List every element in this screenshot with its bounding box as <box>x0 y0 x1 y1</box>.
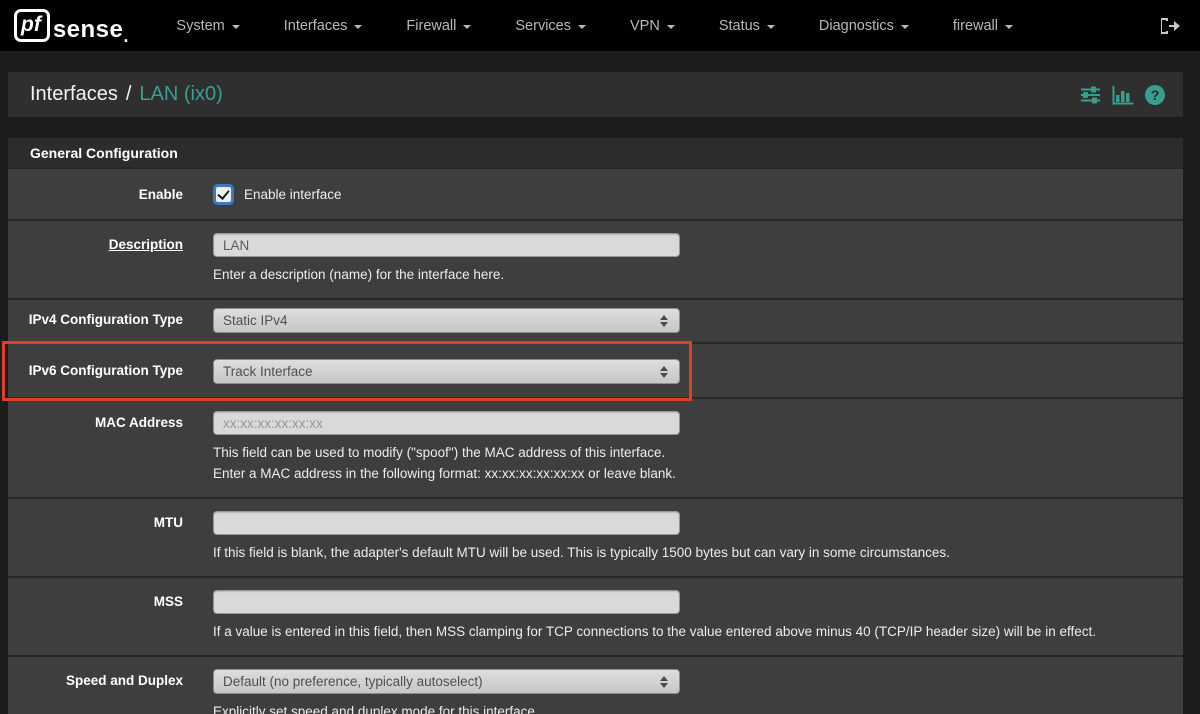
select-arrows-icon <box>660 366 670 378</box>
chevron-down-icon <box>901 25 909 29</box>
help-glyph: ? <box>1145 85 1165 105</box>
mss-input[interactable] <box>213 590 680 614</box>
top-navbar: pfsense. System Interfaces Firewall Serv… <box>0 0 1200 51</box>
mtu-input[interactable] <box>213 511 680 535</box>
menu-diagnostics[interactable]: Diagnostics <box>797 18 931 34</box>
mac-address-row: MAC Address This field can be used to mo… <box>8 399 1183 499</box>
ipv4-configuration-type-value: Static IPv4 <box>223 313 660 328</box>
mss-label: MSS <box>8 590 183 642</box>
mac-address-help-2: Enter a MAC address in the following for… <box>213 463 1183 484</box>
bar-chart-icon[interactable] <box>1112 85 1134 105</box>
sliders-icon[interactable] <box>1080 85 1101 105</box>
pfsense-logo-mark: . <box>123 31 128 42</box>
description-label: Description <box>109 237 183 252</box>
menu-interfaces[interactable]: Interfaces <box>262 18 385 34</box>
mtu-row: MTU If this field is blank, the adapter'… <box>8 499 1183 578</box>
general-configuration-panel: General Configuration Enable Enable inte… <box>8 138 1183 714</box>
chevron-down-icon <box>578 25 586 29</box>
ipv6-configuration-type-row: IPv6 Configuration Type Track Interface <box>8 344 1183 399</box>
enable-label: Enable <box>8 183 183 205</box>
mss-row: MSS If a value is entered in this field,… <box>8 578 1183 657</box>
breadcrumb-separator: / <box>126 83 132 106</box>
pfsense-logo[interactable]: pfsense. <box>14 9 128 41</box>
ipv6-configuration-type-select[interactable]: Track Interface <box>213 359 680 384</box>
chevron-down-icon <box>1005 25 1013 29</box>
enable-interface-checkbox-label: Enable interface <box>244 187 342 202</box>
description-input[interactable] <box>213 233 680 257</box>
mtu-label: MTU <box>8 511 183 563</box>
menu-system-label: System <box>176 18 224 34</box>
menu-status-label: Status <box>719 18 760 34</box>
question-circle-icon[interactable]: ? <box>1145 85 1165 105</box>
breadcrumb: Interfaces / LAN (ix0) <box>30 83 223 106</box>
menu-services-label: Services <box>515 18 571 34</box>
navbar-menu: System Interfaces Firewall Services VPN … <box>154 18 1035 34</box>
speed-and-duplex-row: Speed and Duplex Default (no preference,… <box>8 657 1183 714</box>
breadcrumb-section: Interfaces <box>30 83 118 106</box>
menu-interfaces-label: Interfaces <box>284 18 348 34</box>
menu-status[interactable]: Status <box>697 18 797 34</box>
menu-firewall-label: Firewall <box>406 18 456 34</box>
description-help: Enter a description (name) for the inter… <box>213 264 1183 285</box>
chevron-down-icon <box>463 25 471 29</box>
menu-hostname-firewall-label: firewall <box>953 18 998 34</box>
chevron-down-icon <box>667 25 675 29</box>
mss-help: If a value is entered in this field, the… <box>213 621 1183 642</box>
speed-and-duplex-help-1: Explicitly set speed and duplex mode for… <box>213 701 1183 714</box>
enable-interface-checkbox[interactable] <box>216 187 231 202</box>
pfsense-logo-sense: sense <box>53 18 124 42</box>
pfsense-logo-pf: pf <box>14 9 50 41</box>
menu-vpn-label: VPN <box>630 18 660 34</box>
ipv4-configuration-type-row: IPv4 Configuration Type Static IPv4 <box>8 300 1183 344</box>
menu-system[interactable]: System <box>154 18 261 34</box>
sign-out-icon[interactable] <box>1158 16 1180 36</box>
mac-address-help-1: This field can be used to modify ("spoof… <box>213 442 1183 463</box>
ipv6-configuration-type-value: Track Interface <box>223 364 660 379</box>
chevron-down-icon <box>767 25 775 29</box>
mac-address-input[interactable] <box>213 411 680 435</box>
breadcrumb-page: LAN (ix0) <box>139 83 222 106</box>
ipv6-configuration-type-label: IPv6 Configuration Type <box>8 359 183 384</box>
select-arrows-icon <box>660 676 670 688</box>
menu-hostname-firewall[interactable]: firewall <box>931 18 1035 34</box>
select-arrows-icon <box>660 315 670 327</box>
chevron-down-icon <box>354 25 362 29</box>
mac-address-label: MAC Address <box>8 411 183 484</box>
panel-title: General Configuration <box>8 138 1183 169</box>
enable-row: Enable Enable interface <box>8 169 1183 221</box>
speed-and-duplex-label: Speed and Duplex <box>8 669 183 714</box>
breadcrumb-bar: Interfaces / LAN (ix0) <box>8 72 1183 117</box>
chevron-down-icon <box>232 25 240 29</box>
description-row: Description Enter a description (name) f… <box>8 221 1183 300</box>
menu-firewall[interactable]: Firewall <box>384 18 493 34</box>
ipv4-configuration-type-label: IPv4 Configuration Type <box>8 308 183 333</box>
menu-diagnostics-label: Diagnostics <box>819 18 894 34</box>
speed-and-duplex-select[interactable]: Default (no preference, typically autose… <box>213 669 680 694</box>
speed-and-duplex-value: Default (no preference, typically autose… <box>223 674 660 689</box>
menu-vpn[interactable]: VPN <box>608 18 697 34</box>
menu-services[interactable]: Services <box>493 18 608 34</box>
ipv4-configuration-type-select[interactable]: Static IPv4 <box>213 308 680 333</box>
mtu-help: If this field is blank, the adapter's de… <box>213 542 1183 563</box>
